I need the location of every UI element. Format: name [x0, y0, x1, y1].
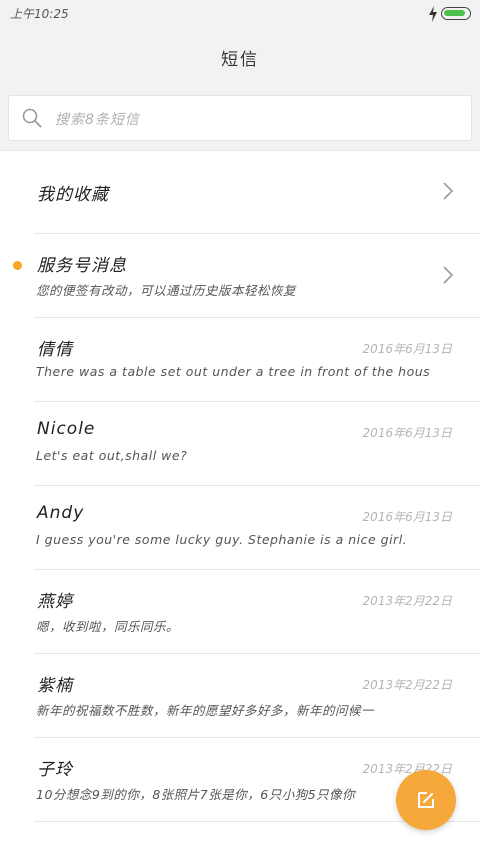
contact-name: 紫楠 [37, 676, 73, 696]
conversation-list: 我的收藏 服务号消息 您的便签有改动，可以通过历史版本轻松恢复 倩倩 2016年6… [0, 150, 480, 822]
contact-name: 倩倩 [37, 340, 73, 360]
unread-dot [13, 261, 22, 270]
search-input[interactable]: 搜索8条短信 [8, 95, 472, 141]
message-preview: 新年的祝福数不胜数，新年的愿望好多好多，新年的问候一 [36, 703, 375, 718]
charging-bolt-icon [429, 6, 437, 22]
favorites-row[interactable]: 我的收藏 [34, 150, 480, 234]
contact-name: Nicole [37, 419, 96, 439]
conversation-row[interactable]: 紫楠 2013年2月22日新年的祝福数不胜数，新年的愿望好多好多，新年的问候一 [34, 654, 480, 738]
status-bar: 上午10:25 [0, 0, 480, 28]
search-placeholder: 搜索8条短信 [55, 112, 140, 128]
conversation-row[interactable]: 燕婷 2013年2月22日嗯，收到啦，同乐同乐。 [34, 570, 480, 654]
contact-name: Andy [37, 503, 85, 523]
chevron-right-icon [443, 182, 454, 200]
message-date: 2013年2月22日 [362, 678, 452, 692]
favorites-label: 我的收藏 [37, 185, 109, 205]
message-date: 2016年6月13日 [362, 342, 452, 356]
conversation-row[interactable]: Andy 2016年6月13日 I guess you're some lucky … [34, 486, 480, 570]
service-messages-row[interactable]: 服务号消息 您的便签有改动，可以通过历史版本轻松恢复 [13, 234, 480, 318]
search-area: 搜索8条短信 [0, 88, 480, 151]
app-header: 短信 [0, 28, 480, 88]
search-icon [22, 108, 42, 128]
chevron-right-icon [443, 266, 454, 284]
battery-icon [441, 7, 471, 20]
compose-icon [418, 792, 434, 808]
conversation-row[interactable]: 倩倩 2016年6月13日 There was a table set out un… [34, 318, 480, 402]
message-preview: 10分想念9到的你，8张照片7张是你，6只小狗5只像你 [36, 787, 356, 802]
page-title: 短信 [221, 50, 259, 70]
message-preview: I guess you're some lucky guy. Stephanie… [36, 532, 408, 547]
message-date: 2016年6月13日 [362, 426, 452, 440]
message-date: 2013年2月22日 [362, 594, 452, 608]
battery-fill [444, 10, 465, 16]
message-date: 2016年6月13日 [362, 510, 452, 524]
compose-button[interactable] [396, 770, 456, 830]
message-preview: There was a table set out under a tree i… [36, 364, 431, 379]
service-title: 服务号消息 [37, 256, 127, 276]
contact-name: 子玲 [37, 760, 73, 780]
service-preview: 您的便签有改动，可以通过历史版本轻松恢复 [36, 283, 297, 298]
conversation-row[interactable]: Nicole 2016年6月13日 Let's eat out,shall we? [34, 402, 480, 486]
message-preview: Let's eat out,shall we? [36, 448, 188, 463]
message-preview: 嗯，收到啦，同乐同乐。 [36, 619, 180, 634]
status-time: 上午10:25 [10, 7, 69, 21]
contact-name: 燕婷 [37, 592, 73, 612]
